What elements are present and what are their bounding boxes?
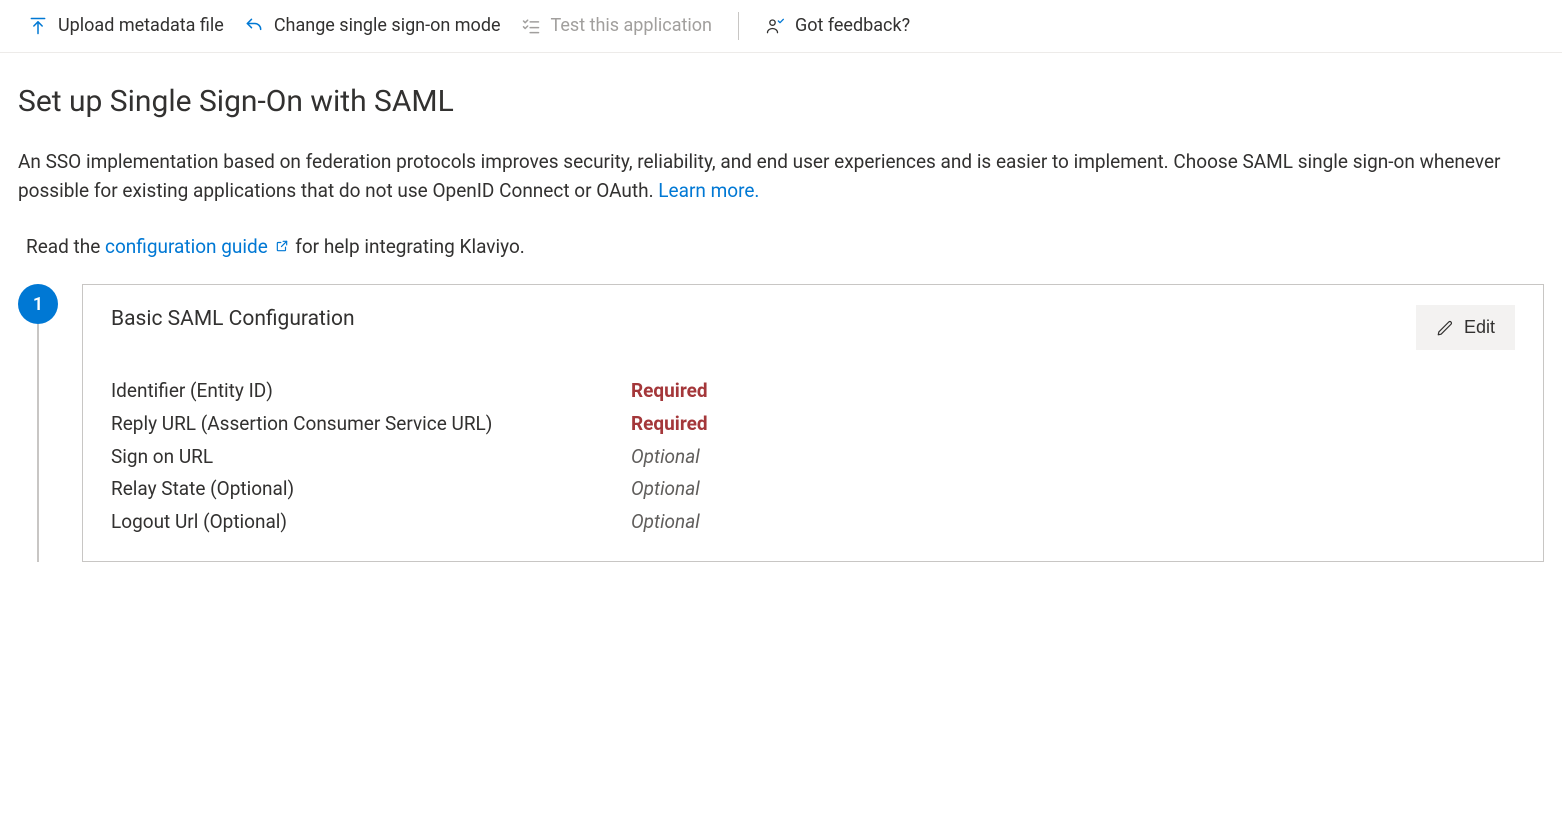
field-value: Optional <box>631 444 1515 471</box>
feedback-label: Got feedback? <box>795 13 910 38</box>
card-header: Basic SAML Configuration Edit <box>111 305 1515 350</box>
toolbar-separator <box>738 12 739 40</box>
field-label: Sign on URL <box>111 444 631 471</box>
field-value: Required <box>631 378 1515 405</box>
edit-button-label: Edit <box>1464 317 1495 338</box>
basic-saml-card: Basic SAML Configuration Edit Identifier… <box>82 284 1544 562</box>
intro-text: An SSO implementation based on federatio… <box>18 147 1544 206</box>
guide-suffix: for help integrating Klaviyo. <box>291 235 525 258</box>
test-application-label: Test this application <box>551 13 712 38</box>
content: Set up Single Sign-On with SAML An SSO i… <box>0 53 1562 602</box>
test-application-button: Test this application <box>521 13 712 38</box>
checklist-icon <box>521 16 541 36</box>
step-number-badge: 1 <box>18 284 58 324</box>
field-value: Required <box>631 411 1515 438</box>
external-link-icon <box>275 239 289 253</box>
change-mode-button[interactable]: Change single sign-on mode <box>244 13 501 38</box>
field-value: Optional <box>631 476 1515 503</box>
field-label: Logout Url (Optional) <box>111 509 631 536</box>
pencil-icon <box>1436 319 1454 337</box>
page-title: Set up Single Sign-On with SAML <box>18 81 1544 123</box>
learn-more-link[interactable]: Learn more. <box>658 179 759 202</box>
field-value: Optional <box>631 509 1515 536</box>
upload-icon <box>28 16 48 36</box>
undo-icon <box>244 16 264 36</box>
change-mode-label: Change single sign-on mode <box>274 13 501 38</box>
toolbar: Upload metadata file Change single sign-… <box>0 0 1562 53</box>
field-label: Relay State (Optional) <box>111 476 631 503</box>
guide-link-text: configuration guide <box>105 235 268 258</box>
guide-prefix: Read the <box>26 235 105 258</box>
guide-text: Read the configuration guide for help in… <box>26 234 1544 261</box>
person-feedback-icon <box>765 16 785 36</box>
upload-metadata-button[interactable]: Upload metadata file <box>28 13 224 38</box>
field-table: Identifier (Entity ID) Required Reply UR… <box>111 378 1515 535</box>
edit-button[interactable]: Edit <box>1416 305 1515 350</box>
step-rail: 1 <box>18 284 58 562</box>
field-label: Identifier (Entity ID) <box>111 378 631 405</box>
step-connector-line <box>37 324 39 562</box>
feedback-button[interactable]: Got feedback? <box>765 13 910 38</box>
configuration-guide-link[interactable]: configuration guide <box>105 235 291 258</box>
field-label: Reply URL (Assertion Consumer Service UR… <box>111 411 631 438</box>
card-title: Basic SAML Configuration <box>111 305 355 334</box>
upload-metadata-label: Upload metadata file <box>58 13 224 38</box>
step-1-row: 1 Basic SAML Configuration Edit Identifi… <box>18 284 1544 562</box>
